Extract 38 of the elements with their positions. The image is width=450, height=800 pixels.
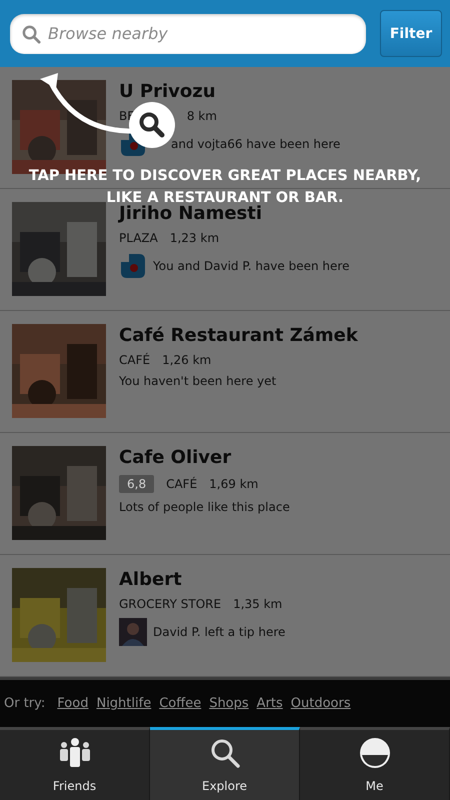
search-icon [208,737,240,769]
search-icon [22,24,41,44]
category-link[interactable]: Outdoors [290,696,351,711]
filter-button[interactable]: Filter [380,10,442,57]
place-distance: 8 km [186,109,217,123]
avatar-icon [358,737,390,769]
category-link[interactable]: Food [57,696,88,711]
activity-text: You and David P. have been here [153,259,350,273]
place-distance: 1,69 km [209,477,258,491]
activity-text: David P. left a tip here [153,625,286,639]
category-link[interactable]: Coffee [159,696,202,711]
place-distance: 1,35 km [233,597,282,611]
place-title[interactable]: Café Restaurant Zámek [119,324,358,348]
category-link[interactable]: Nightlife [96,696,152,711]
place-category: CAFÉ [166,477,198,491]
rating-badge: 6,8 [119,475,154,493]
place-distance: 1,26 km [162,353,212,367]
people-icon [58,737,90,769]
place-title[interactable]: Cafe Oliver [119,446,290,470]
place-category: PLAZA [119,231,158,245]
place-distance: 1,23 km [170,231,220,245]
category-link[interactable]: Arts [256,696,283,711]
place-category: CAFÉ [119,353,150,367]
place-title[interactable]: Jiriho Namesti [119,202,350,226]
category-link[interactable]: Shops [209,696,249,711]
activity-text: Lots of people like this place [119,500,290,514]
tab[interactable]: Me [300,727,450,800]
avatar-icon [119,618,147,646]
activity-text: and vojta66 have been here [171,137,340,151]
app-logo-icon [119,252,147,280]
place-category: GROCERY STORE [119,597,222,611]
tab[interactable]: Explore [150,727,300,800]
search-field[interactable]: Browse nearby [10,14,366,54]
place-title[interactable]: Albert [119,568,286,592]
place-title[interactable]: U Privozu [119,80,340,104]
tab[interactable]: Friends [0,727,150,800]
activity-text: You haven't been here yet [119,374,276,388]
or-try-label: Or try: [4,696,46,711]
